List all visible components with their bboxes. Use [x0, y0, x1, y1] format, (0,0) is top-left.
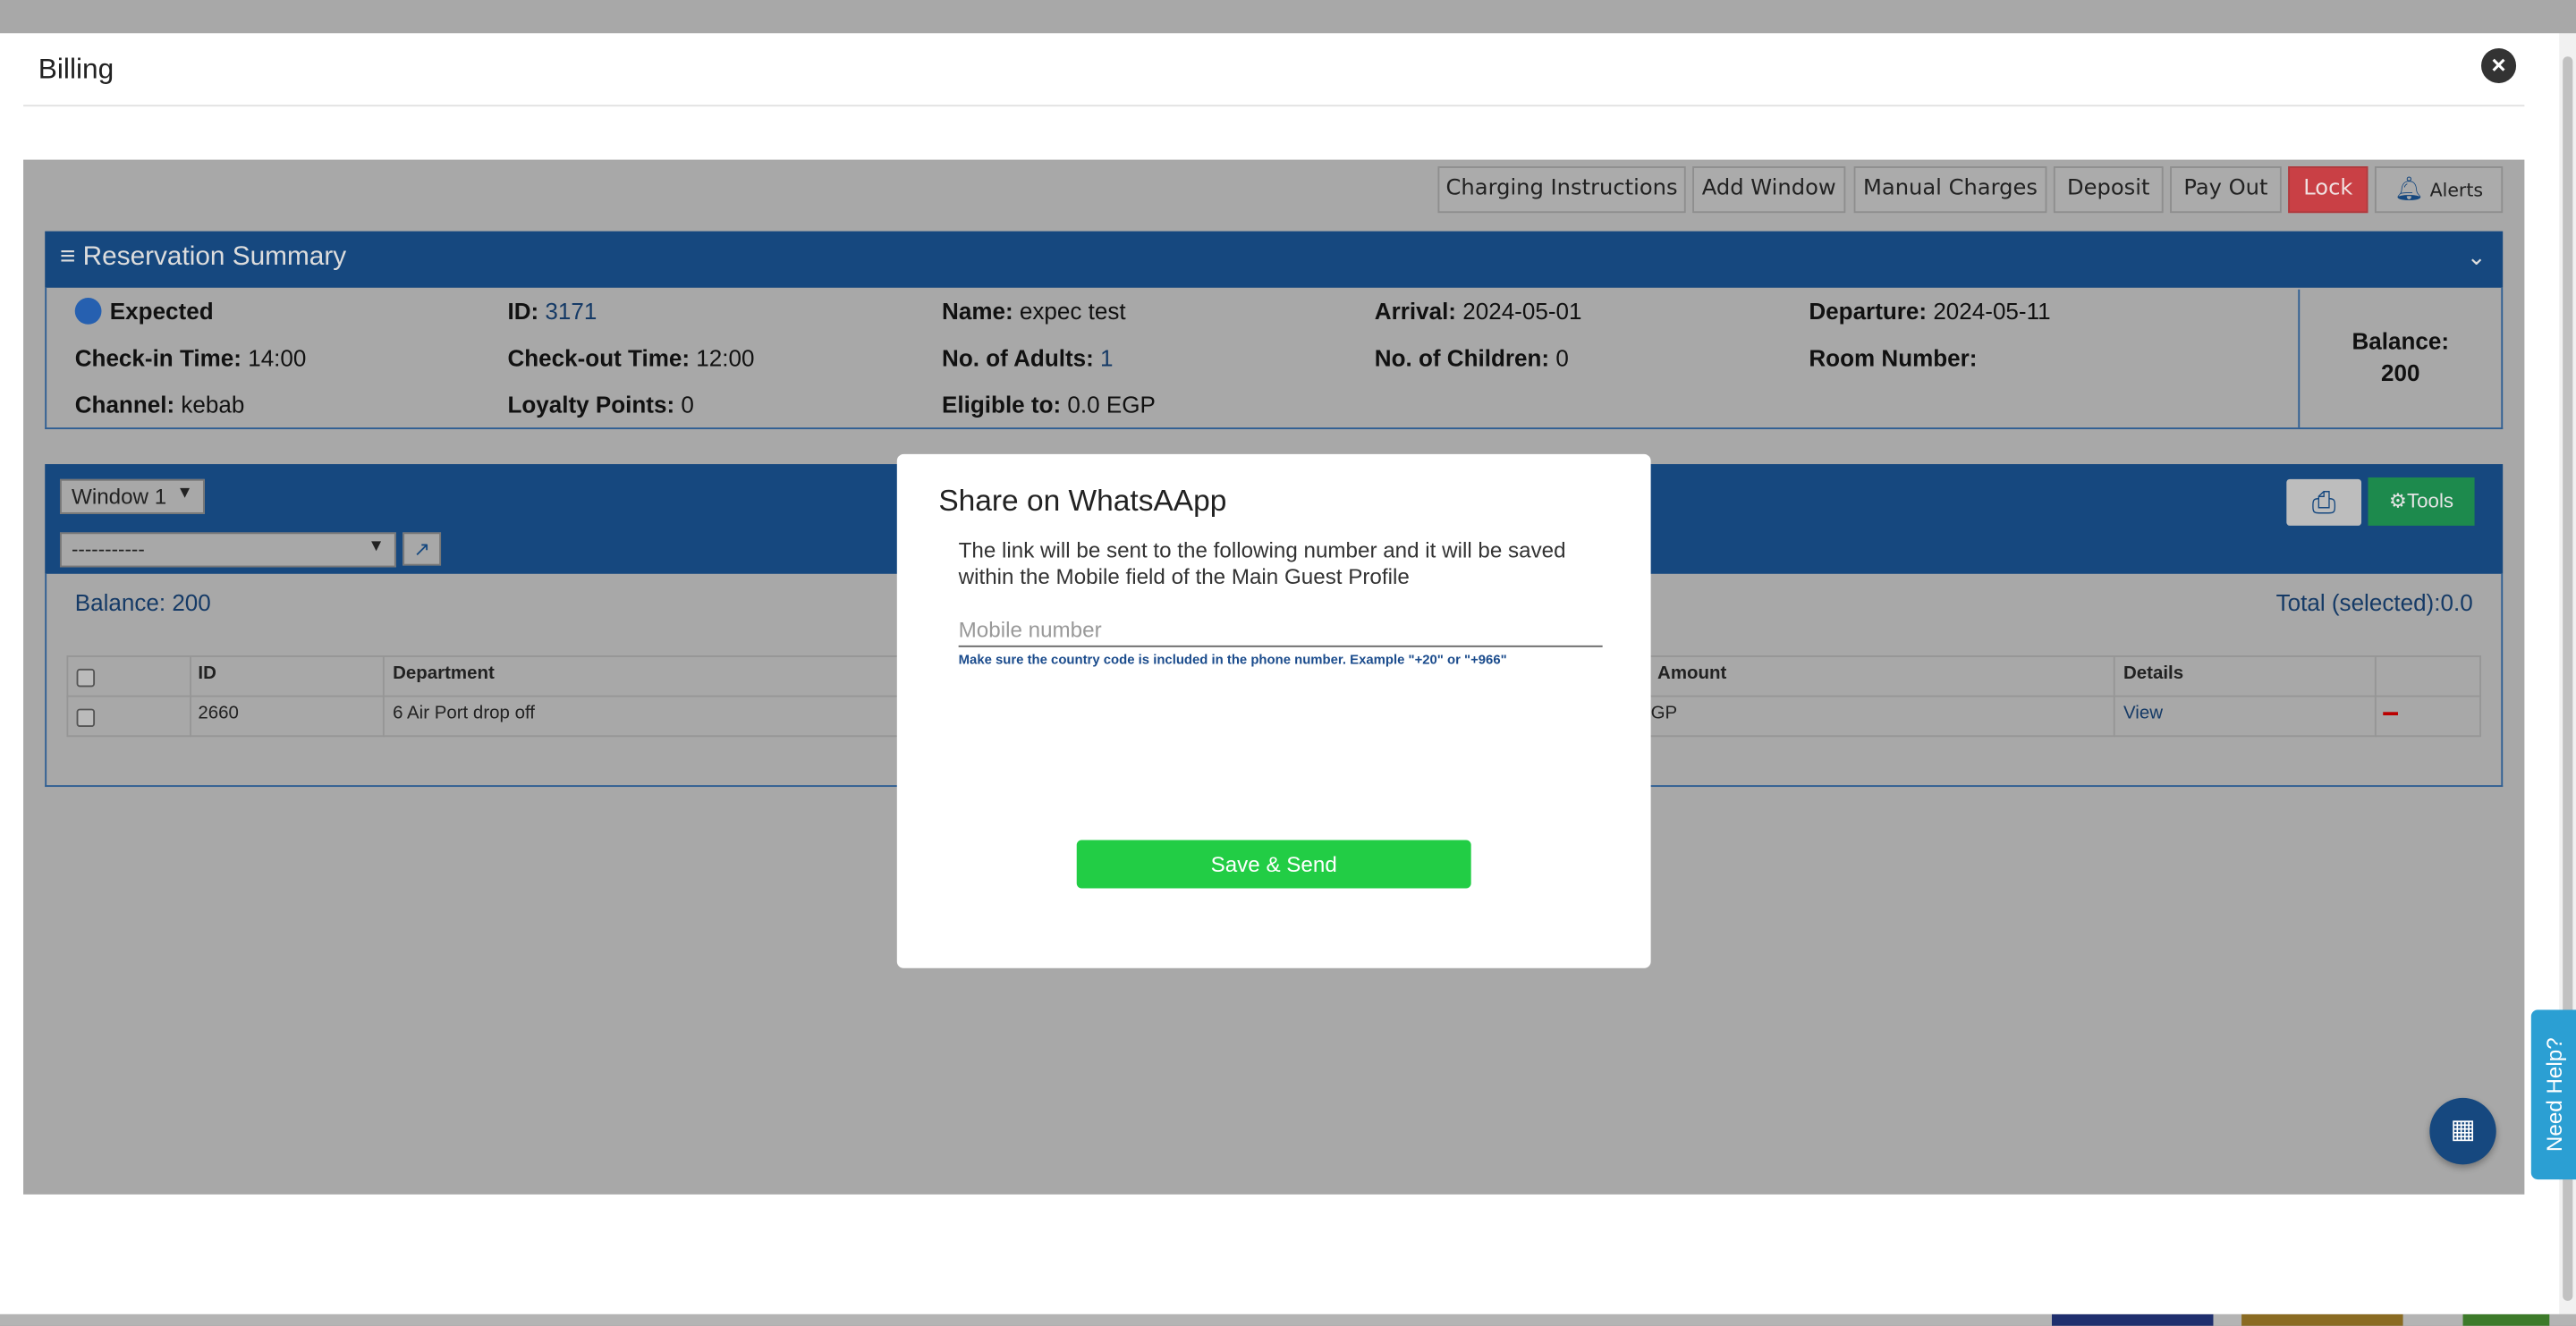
background-footer-button: [2462, 1313, 2550, 1326]
row-checkbox[interactable]: [76, 708, 96, 728]
background-page-header: [0, 0, 2576, 34]
tools-button[interactable]: ⚙Tools: [2368, 477, 2475, 526]
external-link-icon[interactable]: ↗: [402, 532, 442, 566]
reservation-summary-body: [45, 287, 2504, 430]
room-number: Room Number:: [1809, 344, 1978, 371]
chevron-down-icon: ▼: [176, 484, 193, 503]
table-column-divider: [2113, 655, 2115, 738]
reservation-id: ID: 3171: [507, 298, 597, 325]
save-and-send-button[interactable]: Save & Send: [1076, 840, 1471, 889]
loyalty-points: Loyalty Points: 0: [507, 391, 694, 418]
country-code-hint: Make sure the country code is included i…: [958, 652, 1507, 668]
manual-charges-button[interactable]: Manual Charges: [1853, 166, 2047, 214]
billing-title: Billing: [38, 53, 114, 85]
select-all-checkbox[interactable]: [76, 668, 96, 688]
column-header-id: ID: [198, 663, 216, 684]
eligible-to: Eligible to: 0.0 EGP: [942, 391, 1156, 418]
window-balance: Balance: 200: [74, 588, 211, 616]
charging-instructions-button[interactable]: Charging Instructions: [1437, 166, 1686, 214]
row-id: 2660: [198, 703, 239, 724]
alerts-label: Alerts: [2429, 179, 2484, 202]
column-header-department: Department: [393, 663, 495, 684]
row-amount: GP: [1650, 703, 1678, 724]
adults-count: No. of Adults: 1: [942, 344, 1114, 371]
bell-icon: 🔔︎: [2394, 176, 2425, 203]
arrival-date: Arrival: 2024-05-01: [1374, 298, 1582, 325]
charge-filter-select[interactable]: ----------- ▼: [59, 532, 396, 568]
whatsapp-dialog-title: Share on WhatsAApp: [938, 484, 1227, 518]
summary-balance: Balance: 200: [2351, 327, 2450, 386]
deposit-button[interactable]: Deposit: [2053, 166, 2164, 214]
mobile-number-input[interactable]: [958, 613, 1603, 647]
reservation-id-link[interactable]: 3171: [545, 298, 597, 325]
chevron-down-icon[interactable]: ⌄: [2467, 243, 2487, 272]
background-footer-button: [2241, 1313, 2403, 1326]
table-column-divider: [2374, 655, 2377, 738]
window-total-selected: Total (selected):0.0: [2275, 588, 2473, 616]
status-dot-icon: [74, 298, 102, 325]
table-column-divider: [190, 655, 191, 738]
column-header-details: Details: [2123, 663, 2184, 684]
table-column-divider: [382, 655, 385, 738]
menu-icon: ≡: [59, 242, 76, 272]
background-footer-button: [2051, 1313, 2214, 1326]
header-divider: [23, 105, 2525, 107]
row-view-link[interactable]: View: [2123, 704, 2163, 723]
calculator-icon[interactable]: ▦: [2429, 1097, 2496, 1165]
channel: Channel: kebab: [74, 391, 245, 418]
gears-icon: ⚙: [2388, 488, 2407, 513]
pay-out-button[interactable]: Pay Out: [2170, 166, 2282, 214]
remove-row-icon[interactable]: [2383, 712, 2398, 716]
need-help-tab[interactable]: Need Help?: [2530, 1009, 2576, 1180]
close-icon[interactable]: ×: [2481, 47, 2517, 84]
lock-button[interactable]: Lock: [2288, 166, 2368, 214]
reservation-summary-title: ≡ Reservation Summary: [59, 242, 347, 272]
children-count: No. of Children: 0: [1374, 344, 1569, 371]
add-window-button[interactable]: Add Window: [1692, 166, 1846, 214]
alerts-button[interactable]: 🔔︎ Alerts: [2374, 166, 2504, 214]
reservation-summary-header[interactable]: ≡ Reservation Summary ⌄: [45, 231, 2504, 288]
chevron-down-icon: ▼: [368, 536, 385, 556]
departure-date: Departure: 2024-05-11: [1809, 298, 2051, 325]
reservation-status: Expected: [109, 298, 214, 325]
row-department: 6 Air Port drop off: [393, 703, 535, 724]
checkout-time: Check-out Time: 12:00: [507, 344, 755, 371]
print-icon[interactable]: ⎙: [2286, 478, 2362, 526]
whatsapp-share-dialog: [896, 453, 1651, 968]
guest-name: Name: expec test: [942, 298, 1126, 325]
window-select[interactable]: Window 1 ▼: [59, 478, 205, 514]
column-header-amount: Amount: [1657, 663, 1727, 684]
whatsapp-dialog-description: The link will be sent to the following n…: [958, 536, 1566, 589]
checkin-time: Check-in Time: 14:00: [74, 344, 307, 371]
